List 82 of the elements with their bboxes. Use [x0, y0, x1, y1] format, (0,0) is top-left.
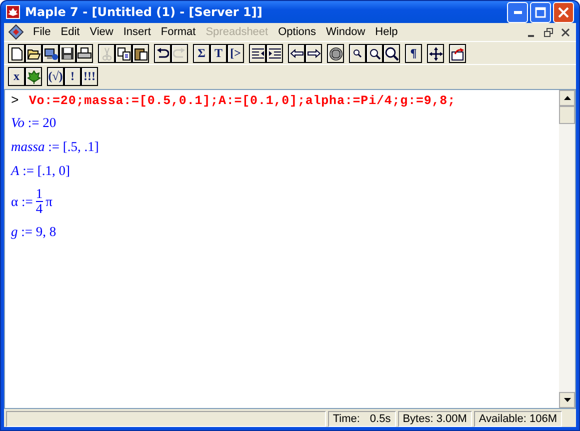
toolbar-button[interactable] — [327, 44, 344, 63]
menu-item[interactable]: Help — [370, 26, 403, 38]
copy-icon — [116, 46, 130, 60]
toolbar-button[interactable] — [115, 44, 132, 63]
time-value: 0.5s — [370, 413, 391, 425]
available-status: Available: 106M — [474, 411, 562, 427]
up-arrow-icon — [564, 96, 570, 100]
toolbar-button[interactable] — [8, 44, 25, 63]
magnifier-icon — [384, 46, 398, 60]
stop-sign-icon — [328, 46, 342, 60]
toolbar-button[interactable] — [132, 44, 149, 63]
close-icon[interactable] — [561, 28, 570, 36]
scroll-down-button[interactable] — [559, 392, 575, 408]
computer-icon — [44, 46, 58, 60]
input-prompt: > — [11, 93, 19, 108]
maple-leaf-icon — [26, 70, 40, 84]
undo-arrow-icon — [156, 48, 169, 60]
export-arrow-icon — [450, 46, 464, 60]
outdent-icon — [250, 48, 264, 60]
toolbar-button[interactable]: ! — [64, 67, 81, 86]
toolbar-button[interactable]: x — [8, 67, 25, 86]
toolbar-button[interactable] — [154, 44, 171, 63]
bytes-status: Bytes: 3.00M — [398, 411, 472, 427]
toolbar-button[interactable] — [266, 44, 283, 63]
time-label: Time: — [332, 413, 360, 425]
scroll-up-button[interactable] — [559, 90, 575, 106]
scroll-thumb[interactable] — [559, 106, 575, 124]
menu-item[interactable]: Insert — [118, 26, 156, 38]
scissors-icon — [102, 46, 112, 60]
toolbar-button[interactable] — [25, 67, 42, 86]
math-output: Vo := 20 — [11, 115, 56, 131]
magnifier-icon — [353, 49, 362, 58]
toolbar-button[interactable]: ¶ — [405, 44, 422, 63]
toolbar-button[interactable] — [76, 44, 93, 63]
math-output: massa := [.5, .1] — [11, 139, 99, 155]
four-way-arrow-icon — [428, 46, 442, 60]
indent-icon — [268, 48, 282, 60]
menu-item[interactable]: Edit — [56, 26, 85, 38]
menu-item[interactable]: Format — [156, 26, 201, 38]
toolbar-button[interactable] — [42, 44, 59, 63]
toolbar-button[interactable]: T — [210, 44, 227, 63]
new-document-icon — [10, 46, 22, 60]
math-output: g := 9, 8 — [11, 224, 56, 240]
magnifier-icon — [368, 48, 380, 60]
toolbar-button[interactable] — [59, 44, 76, 63]
menu-item[interactable]: View — [84, 26, 118, 38]
printer-icon — [77, 47, 92, 60]
vertical-scrollbar[interactable] — [559, 90, 575, 408]
clipboard-icon — [134, 46, 148, 60]
left-arrow-icon — [290, 49, 304, 58]
minimize-icon — [514, 10, 522, 14]
close-icon — [558, 6, 569, 18]
minimize-button[interactable] — [507, 2, 528, 22]
right-arrow-icon — [306, 49, 320, 58]
toolbar-button[interactable]: !!! — [81, 67, 98, 86]
toolbar-button[interactable] — [249, 44, 266, 63]
toolbar-button[interactable] — [288, 44, 305, 63]
maximize-icon — [535, 6, 546, 18]
menu-item[interactable]: File — [28, 26, 56, 38]
toolbar-button[interactable] — [305, 44, 322, 63]
maple-leaf-icon — [6, 5, 20, 19]
toolbar-button[interactable] — [349, 44, 366, 63]
toolbar-button[interactable]: Σ — [193, 44, 210, 63]
redo-arrow-icon — [173, 48, 186, 60]
toolbar-button[interactable]: [> — [227, 44, 244, 63]
folder-icon — [26, 48, 40, 60]
menu-item[interactable]: Window — [321, 26, 370, 38]
down-arrow-icon — [564, 398, 570, 402]
menu-item[interactable]: Options — [273, 26, 322, 38]
close-button[interactable] — [553, 2, 574, 22]
toolbar-button[interactable] — [427, 44, 444, 63]
document-icon[interactable] — [8, 24, 24, 40]
toolbar-button[interactable] — [25, 44, 42, 63]
maximize-button[interactable] — [530, 2, 551, 22]
toolbar-button[interactable] — [383, 44, 400, 63]
window-title: Maple 7 - [Untitled (1) - [Server 1]] — [25, 5, 262, 19]
maple-input[interactable]: Vo:=20;massa:=[0.5,0.1];A:=[0.1,0];alpha:=Pi/4;g:=9,8; — [28, 94, 456, 108]
toolbar-button[interactable]: (√) — [47, 67, 64, 86]
math-output: A := [.1, 0] — [11, 163, 70, 179]
restore-icon[interactable] — [544, 28, 553, 36]
toolbar-button[interactable] — [449, 44, 466, 63]
toolbar-button[interactable] — [366, 44, 383, 63]
